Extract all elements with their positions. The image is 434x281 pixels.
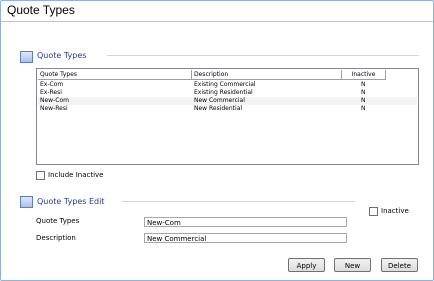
column-header-inactive[interactable]: Inactive bbox=[342, 70, 386, 79]
column-header-description[interactable]: Description bbox=[192, 70, 342, 79]
inactive-checkbox[interactable] bbox=[369, 207, 378, 216]
row-type: Ex-Resi bbox=[40, 89, 62, 96]
row-inactive: N bbox=[361, 89, 366, 96]
window-title: Quote Types bbox=[7, 3, 75, 17]
table-row[interactable]: Ex-Com Existing Commercial N bbox=[38, 81, 417, 89]
title-divider bbox=[1, 21, 433, 22]
edit-section-title: Quote Types Edit bbox=[37, 197, 105, 206]
description-label: Description bbox=[36, 234, 76, 242]
new-button[interactable]: New bbox=[334, 258, 371, 272]
list-header: Quote Types Description Inactive bbox=[38, 70, 386, 80]
table-row-selected[interactable]: New-Com New Commercial N bbox=[38, 97, 417, 105]
section-icon bbox=[20, 51, 33, 63]
table-row[interactable]: New-Resi New Residential N bbox=[38, 105, 417, 113]
description-input[interactable]: New Commercial bbox=[144, 233, 347, 243]
include-inactive-checkbox[interactable] bbox=[36, 171, 45, 180]
row-inactive: N bbox=[361, 97, 366, 104]
row-description: Existing Commercial bbox=[194, 81, 256, 88]
column-header-quote-types[interactable]: Quote Types bbox=[38, 70, 192, 79]
row-description: Existing Residential bbox=[194, 89, 253, 96]
section-divider bbox=[122, 201, 355, 202]
row-type: New-Resi bbox=[40, 105, 68, 112]
table-row[interactable]: Ex-Resi Existing Residential N bbox=[38, 89, 417, 97]
section-divider bbox=[107, 55, 419, 56]
quote-types-list[interactable]: Quote Types Description Inactive Ex-Com … bbox=[36, 68, 419, 165]
row-type: New-Com bbox=[40, 97, 69, 104]
include-inactive-label[interactable]: Include Inactive bbox=[48, 171, 103, 179]
row-description: New Commercial bbox=[194, 97, 245, 104]
apply-button[interactable]: Apply bbox=[288, 258, 325, 272]
quote-types-label: Quote Types bbox=[36, 217, 80, 225]
row-inactive: N bbox=[361, 105, 366, 112]
inactive-label[interactable]: Inactive bbox=[381, 207, 409, 215]
row-type: Ex-Com bbox=[40, 81, 64, 88]
section-icon bbox=[20, 196, 33, 208]
delete-button[interactable]: Delete bbox=[381, 258, 418, 272]
row-inactive: N bbox=[361, 81, 366, 88]
list-section-title: Quote Types bbox=[37, 51, 87, 60]
quote-types-input[interactable]: New-Com bbox=[144, 217, 347, 227]
row-description: New Residential bbox=[194, 105, 243, 112]
